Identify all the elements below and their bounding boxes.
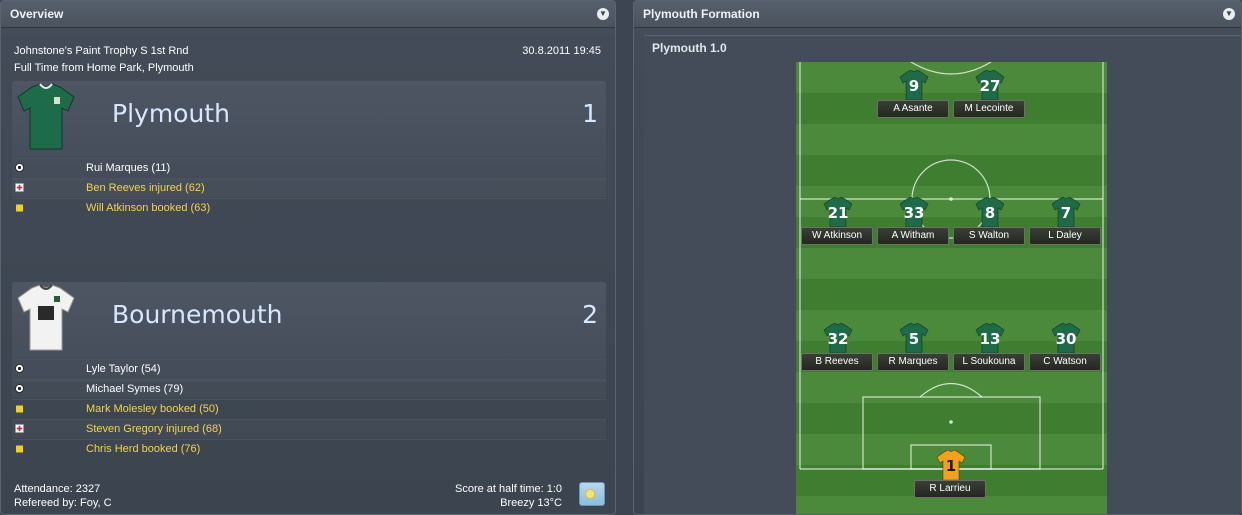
event-row: Chris Herd booked (76) — [12, 439, 606, 458]
event-text: Will Atkinson booked (63) — [86, 202, 211, 214]
player-number: 13 — [979, 330, 1001, 348]
player-name-label: R Larrieu — [914, 480, 986, 498]
player-number: 30 — [1055, 330, 1077, 348]
competition-label: Johnstone's Paint Trophy S 1st Rnd — [14, 45, 189, 57]
match-datetime: 30.8.2011 19:45 — [522, 45, 601, 57]
injury-icon — [15, 183, 24, 192]
yellow-card-icon — [16, 204, 23, 212]
event-row: Ben Reeves injured (62) — [12, 178, 606, 197]
player-marker[interactable]: 33 A Witham — [877, 197, 949, 245]
player-marker[interactable]: 5 R Marques — [877, 323, 949, 371]
player-marker[interactable]: 9 A Asante — [877, 70, 949, 118]
overview-menu-button[interactable]: ▼ — [597, 8, 609, 20]
player-number: 5 — [908, 330, 920, 348]
match-info-left: Attendance: 2327 Refereed by: Foy, C — [14, 482, 112, 510]
player-name-label: A Asante — [877, 100, 949, 118]
weather-label: Breezy 13°C — [500, 497, 562, 509]
formation-panel: Plymouth Formation ▼ Plymouth 1.0 9 A As… — [633, 0, 1242, 515]
away-team-score: 2 — [582, 300, 598, 329]
formation-header: Plymouth Formation ▼ — [634, 1, 1241, 28]
event-row: Steven Gregory injured (68) — [12, 419, 606, 438]
formation-subtitle: Plymouth 1.0 — [652, 41, 727, 55]
overview-header: Overview ▼ — [1, 1, 615, 28]
match-info-right: Score at half time: 1:0 Breezy 13°C — [455, 482, 562, 510]
player-name-label: C Watson — [1029, 353, 1101, 371]
yellow-card-icon — [16, 445, 23, 453]
player-name-label: W Atkinson — [801, 227, 873, 245]
player-number: 33 — [903, 204, 925, 222]
formation-menu-button[interactable]: ▼ — [1223, 8, 1235, 20]
event-row: Rui Marques (11) — [12, 158, 606, 177]
player-number: 1 — [945, 457, 957, 475]
event-text: Steven Gregory injured (68) — [86, 423, 222, 435]
player-number: 9 — [908, 77, 920, 95]
referee-label: Refereed by: Foy, C — [14, 497, 112, 509]
ball-icon — [15, 384, 24, 393]
event-row: Will Atkinson booked (63) — [12, 198, 606, 217]
formation-subpanel: Plymouth 1.0 9A Asante 27 M Lecointe 21 W A — [644, 35, 1241, 514]
formation-title: Plymouth Formation — [643, 7, 760, 21]
ball-icon — [15, 364, 24, 373]
player-name-label: S Walton — [953, 227, 1025, 245]
away-shirt-icon — [17, 284, 75, 351]
player-marker[interactable]: 1 R Larrieu — [914, 450, 986, 498]
halftime-score-label: Score at half time: 1:0 — [455, 483, 562, 495]
player-number: 27 — [979, 77, 1001, 95]
overview-title: Overview — [10, 7, 64, 21]
player-name-label: M Lecointe — [953, 100, 1025, 118]
player-marker[interactable]: 7 L Daley — [1029, 197, 1101, 245]
ball-icon — [15, 163, 24, 172]
weather-sun-icon — [579, 482, 605, 506]
player-marker[interactable]: 30 C Watson — [1029, 323, 1101, 371]
home-shirt-icon — [17, 83, 75, 150]
injury-icon — [15, 424, 24, 433]
player-number: 8 — [984, 204, 996, 222]
event-text: Ben Reeves injured (62) — [86, 182, 205, 194]
away-team-name: Bournemouth — [112, 300, 283, 329]
player-name-label: B Reeves — [801, 353, 873, 371]
pitch-markings — [799, 62, 1104, 470]
player-name-label: A Witham — [877, 227, 949, 245]
player-name-label: L Soukouna — [953, 353, 1025, 371]
home-team-name: Plymouth — [112, 99, 230, 128]
player-marker[interactable]: 27 M Lecointe — [953, 70, 1025, 118]
event-text: Chris Herd booked (76) — [86, 443, 201, 455]
player-marker[interactable]: 13 L Soukouna — [953, 323, 1025, 371]
player-marker[interactable]: 32 B Reeves — [801, 323, 873, 371]
overview-panel: Overview ▼ Johnstone's Paint Trophy S 1s… — [0, 0, 616, 515]
event-text: Lyle Taylor (54) — [86, 363, 161, 375]
player-marker[interactable]: 21 W Atkinson — [801, 197, 873, 245]
player-marker[interactable]: 8 S Walton — [953, 197, 1025, 245]
yellow-card-icon — [16, 405, 23, 413]
event-row: Mark Molesley booked (50) — [12, 399, 606, 418]
player-name-label: R Marques — [877, 353, 949, 371]
event-text: Rui Marques (11) — [86, 162, 171, 174]
player-name-label: L Daley — [1029, 227, 1101, 245]
attendance-label: Attendance: 2327 — [14, 483, 101, 495]
event-row: Lyle Taylor (54) — [12, 359, 606, 378]
home-team-score: 1 — [582, 99, 598, 128]
player-number: 32 — [827, 330, 849, 348]
pitch: 9 A Asante 27 M Lecointe 21 W Atkinson 33 A Wit… — [796, 62, 1107, 514]
event-text: Michael Symes (79) — [86, 383, 184, 395]
venue-label: Full Time from Home Park, Plymouth — [14, 62, 194, 74]
event-text: Mark Molesley booked (50) — [86, 403, 219, 415]
player-number: 21 — [827, 204, 849, 222]
player-number: 7 — [1060, 204, 1072, 222]
event-row: Michael Symes (79) — [12, 379, 606, 398]
